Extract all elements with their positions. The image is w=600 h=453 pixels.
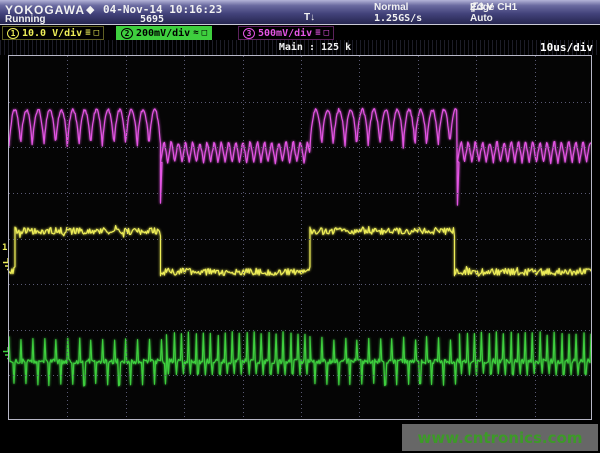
channel-2-number: 2	[121, 28, 133, 39]
probe-icon: □	[94, 28, 99, 38]
trigger-mode-label: Normal	[374, 2, 408, 13]
trigger-level-label: 2.3 V	[470, 2, 493, 13]
grid-hline	[9, 193, 591, 194]
sample-rate-label: 1.25GS/s	[374, 13, 422, 24]
channel-1-badge[interactable]: 1 10.0 V/div ≡ □	[2, 26, 104, 40]
channel-2-scale: 200mV/div	[136, 28, 190, 39]
channel-badge-row: 1 10.0 V/div ≡ □ 2 200mV/div ≈ □ 3 500mV…	[0, 26, 600, 40]
grid-vline	[184, 56, 185, 419]
oscilloscope-screen: YOKOGAWA ◆ 04-Nov-14 10:16:23 Running 56…	[0, 0, 600, 453]
channel-1-scale: 10.0 V/div	[22, 28, 82, 39]
header-bar: YOKOGAWA ◆ 04-Nov-14 10:16:23 Running 56…	[0, 0, 600, 25]
grid-vline	[535, 56, 536, 419]
header-divider	[0, 24, 600, 25]
trigger-settings: Edge CH1 2.3 V	[470, 2, 479, 12]
grid-vline	[301, 56, 302, 419]
grid-vline	[359, 56, 360, 419]
probe-icon: □	[324, 28, 329, 38]
grid-hline	[9, 239, 591, 240]
grid-vline	[476, 56, 477, 419]
ch1-position-marker[interactable]: 1	[2, 243, 7, 253]
ch2-waveform	[9, 332, 591, 386]
grid-hline	[9, 102, 591, 103]
coupling-icon: ≈	[193, 28, 198, 38]
brand-diamond-icon: ◆	[86, 3, 94, 16]
grid-vline	[126, 56, 127, 419]
grid-vline	[418, 56, 419, 419]
watermark-text: www.cntronics.com	[418, 429, 583, 447]
channel-3-scale: 500mV/div	[258, 28, 312, 39]
ch3-waveform	[9, 108, 591, 205]
grid-hline	[9, 375, 591, 376]
graticule	[8, 55, 592, 420]
trigger-auto-label: Auto	[470, 13, 493, 24]
coupling-icon: ≡	[85, 28, 90, 38]
channel-3-badge[interactable]: 3 500mV/div ≡ □	[238, 26, 334, 40]
record-length-label: Main : 125 k	[255, 42, 375, 53]
coupling-icon: ≡	[315, 28, 320, 38]
watermark: www.cntronics.com	[402, 424, 598, 451]
waveform-traces	[9, 56, 591, 419]
ch1-waveform	[9, 226, 591, 276]
grid-hline	[9, 284, 591, 285]
probe-icon: □	[202, 28, 207, 38]
grid-vline	[243, 56, 244, 419]
channel-1-number: 1	[7, 28, 19, 39]
channel-2-badge[interactable]: 2 200mV/div ≈ □	[116, 26, 212, 40]
channel-3-number: 3	[243, 28, 255, 39]
trigger-position-marker[interactable]: T↓	[304, 12, 315, 23]
timebase-label: 10us/div	[527, 41, 593, 54]
grid-vline	[67, 56, 68, 419]
grid-hline	[9, 330, 591, 331]
grid-hline	[9, 147, 591, 148]
